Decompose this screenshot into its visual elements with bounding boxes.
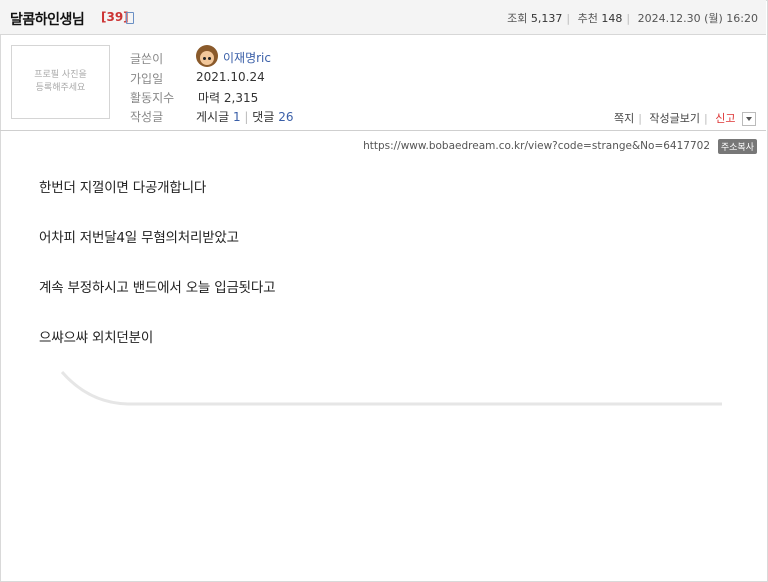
mobile-icon — [126, 12, 134, 24]
activity-number: 2,315 — [223, 91, 259, 105]
body-line: 계속 부정하시고 밴드에서 오늘 입금됫다고 — [39, 280, 276, 296]
photo-placeholder-line1: 프로필 사진을 — [34, 70, 87, 80]
post-url: https://www.bobaedream.co.kr/view?code=s… — [363, 140, 710, 152]
post-header: 달콤하인생님 [39] 조회 5,137 | 추천 148 | 2024.12.30… — [0, 0, 766, 35]
body-line: 어차피 저번달4일 무혐의처리받았고 — [39, 230, 239, 246]
post-title: 달콤하인생님 — [10, 12, 85, 28]
post-date: 2024.12.30 (월) 16:20 — [637, 12, 758, 25]
message-link[interactable]: 쪽지 — [614, 112, 634, 125]
content-divider-curve — [60, 371, 722, 406]
author-profile: 프로필 사진을 등록해주세요 글쓴이 이재명ric 가입일 2021.10.24… — [0, 35, 766, 131]
activity-label: 활동지수 — [130, 91, 175, 105]
posts-text[interactable]: 게시글 — [196, 110, 229, 124]
views-label: 조회 — [507, 12, 528, 25]
posts-label: 작성글 — [130, 110, 164, 124]
activity-value: 마력 2,315 — [198, 89, 258, 106]
recommend-label: 추천 — [577, 12, 598, 25]
report-link[interactable]: 신고 — [715, 112, 735, 125]
author-avatar-icon — [196, 45, 218, 67]
photo-placeholder-line2: 등록해주세요 — [35, 83, 86, 93]
body-line: 한번더 지껄이면 다공개합니다 — [39, 180, 207, 196]
body-line: 으쌰으쌰 외치던분이 — [39, 330, 154, 346]
comment-count-badge[interactable]: [39] — [101, 10, 129, 24]
post-counts: 게시글 1 | 댓글 26 — [196, 110, 294, 124]
post-meta: 조회 5,137 | 추천 148 | 2024.12.30 (월) 16:20 — [507, 12, 758, 25]
recommend-value: 148 — [601, 12, 623, 25]
author-nickname[interactable]: 이재명ric — [223, 49, 271, 66]
profile-photo-placeholder: 프로필 사진을 등록해주세요 — [11, 45, 110, 119]
views-value: 5,137 — [530, 12, 563, 25]
comments-text[interactable]: 댓글 — [252, 110, 274, 124]
activity-prefix: 마력 — [198, 91, 221, 105]
view-posts-link[interactable]: 작성글보기 — [649, 112, 700, 125]
joined-label: 가입일 — [130, 72, 164, 86]
author-label: 글쓴이 — [130, 52, 164, 66]
posts-count[interactable]: 1 — [233, 110, 241, 124]
copy-url-button[interactable]: 주소복사 — [717, 139, 757, 154]
joined-date: 2021.10.24 — [196, 70, 265, 84]
profile-actions: 쪽지 | 작성글보기 | 신고 — [614, 110, 756, 126]
comments-count[interactable]: 26 — [278, 110, 293, 124]
chevron-down-icon[interactable] — [742, 112, 756, 126]
